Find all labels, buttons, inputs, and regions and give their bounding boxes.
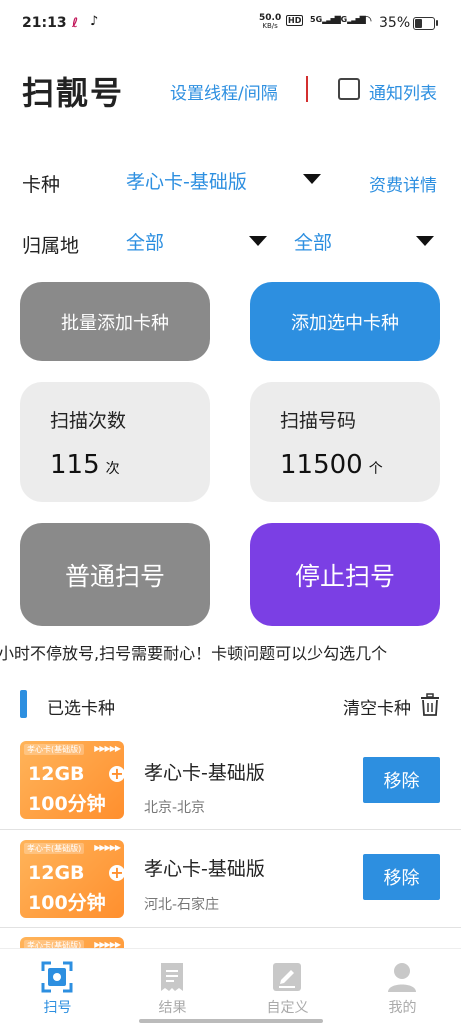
card-type-select[interactable]: 孝心卡-基础版 <box>126 167 247 194</box>
scan-count-label: 扫描次数 <box>50 410 127 432</box>
card-name: 孝心卡-基础版 <box>144 762 265 784</box>
scan-icon <box>41 961 73 993</box>
notify-list-checkbox[interactable] <box>338 78 360 100</box>
batch-add-card-button[interactable]: 批量添加卡种 <box>20 282 210 361</box>
battery-percent: 35% <box>379 15 411 31</box>
card-location: 北京-北京 <box>144 800 206 816</box>
province-select[interactable]: 全部 <box>126 228 164 255</box>
notice-marquee: 小时不停放号,扫号需要耐心！卡顿问题可以少勾选几个 <box>0 644 388 663</box>
scan-numbers-label: 扫描号码 <box>280 410 357 432</box>
card-thumbnail: 孝心卡(基础版) ▶▶▶▶▶ 12GB + 100分钟 <box>20 840 124 918</box>
settings-threads-link[interactable]: 设置线程/间隔 <box>170 79 278 104</box>
header-divider <box>306 76 308 102</box>
card-thumbnail: 孝心卡(基础版) ▶▶▶▶▶ 12GB + 100分钟 <box>20 741 124 819</box>
city-select[interactable]: 全部 <box>294 228 332 255</box>
app-notification-icon: ℓ <box>72 16 79 31</box>
status-bar: 21:13 ℓ ♪ 50.0 KB/s HD 5G▂▃▅▇ 5G▂▃▅▇ ◠ 3… <box>0 0 461 48</box>
tab-scan[interactable]: 扫号 <box>0 949 115 1025</box>
province-dropdown-icon[interactable] <box>249 236 267 246</box>
page-title: 扫靓号 <box>22 74 125 112</box>
remove-button[interactable]: 移除 <box>363 854 440 900</box>
tab-mine[interactable]: 我的 <box>345 949 460 1025</box>
battery-tip <box>436 20 438 26</box>
stop-scan-button[interactable]: 停止扫号 <box>250 523 440 626</box>
tab-results[interactable]: 结果 <box>115 949 230 1025</box>
tiktok-icon: ♪ <box>90 14 99 29</box>
receipt-icon <box>161 963 183 991</box>
remove-button[interactable]: 移除 <box>363 757 440 803</box>
card-location: 河北-石家庄 <box>144 897 220 913</box>
card-name: 孝心卡-基础版 <box>144 858 265 880</box>
card-type-label: 卡种 <box>22 174 61 196</box>
scan-count-value: 115 次 <box>50 450 120 480</box>
network-speed: 50.0 KB/s <box>259 13 282 31</box>
card-type-dropdown-icon[interactable] <box>303 174 321 184</box>
section-accent-bar <box>20 690 27 718</box>
scan-count-card: 扫描次数 115 次 <box>20 382 210 502</box>
scan-numbers-value: 11500 个 <box>280 450 383 480</box>
wifi-icon: ◠ <box>360 13 373 29</box>
hd-icon: HD <box>286 15 304 26</box>
city-dropdown-icon[interactable] <box>416 236 434 246</box>
home-indicator[interactable] <box>139 1019 323 1023</box>
edit-icon <box>273 963 301 991</box>
selected-cards-title: 已选卡种 <box>47 699 115 719</box>
status-time: 21:13 <box>22 15 67 31</box>
list-item: 孝心卡(基础版) ▶▶▶▶▶ 12GB + 100分钟 孝心卡-基础版 河北-石… <box>0 829 461 928</box>
battery-icon <box>413 17 435 30</box>
bottom-tab-bar: 扫号 结果 自定义 我的 <box>0 948 461 1025</box>
add-selected-card-button[interactable]: 添加选中卡种 <box>250 282 440 361</box>
scan-numbers-card: 扫描号码 11500 个 <box>250 382 440 502</box>
normal-scan-button[interactable]: 普通扫号 <box>20 523 210 626</box>
region-label: 归属地 <box>22 235 80 257</box>
notify-list-label[interactable]: 通知列表 <box>369 79 437 104</box>
tariff-details-link[interactable]: 资费详情 <box>369 171 437 196</box>
user-icon <box>388 963 416 992</box>
trash-icon[interactable] <box>420 693 440 717</box>
tab-custom[interactable]: 自定义 <box>230 949 345 1025</box>
clear-cards-button[interactable]: 清空卡种 <box>343 694 411 719</box>
list-item: 孝心卡(基础版) ▶▶▶▶▶ 12GB + 100分钟 孝心卡-基础版 北京-北… <box>0 731 461 830</box>
